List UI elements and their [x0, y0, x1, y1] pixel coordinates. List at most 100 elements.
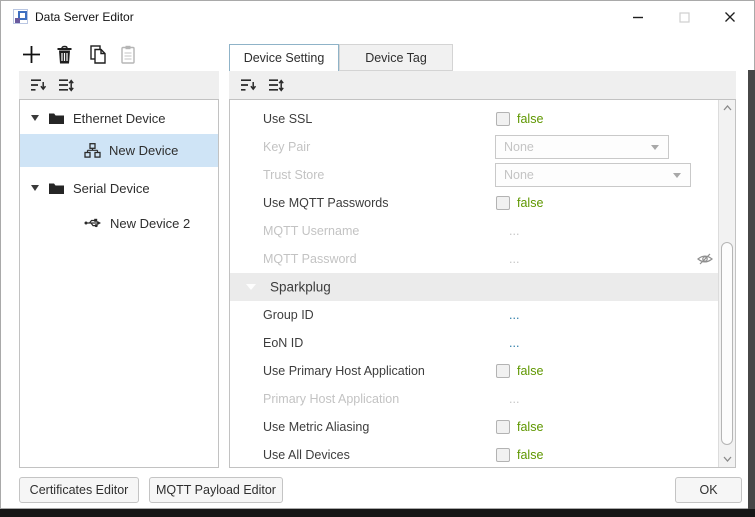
boolean-value: false [517, 196, 543, 210]
setting-row-mqtt-password: MQTT Password ... [230, 245, 719, 273]
setting-label: Key Pair [263, 140, 310, 154]
tree-item-label: Serial Device [73, 181, 150, 196]
setting-row-use-metric-aliasing: Use Metric Aliasing false [230, 413, 719, 441]
device-settings-panel: Keep Alive 60 Use SSL false Key Pair Non… [229, 99, 736, 468]
chevron-down-icon [651, 145, 659, 150]
boolean-value: false [517, 420, 543, 434]
add-device-button[interactable] [18, 41, 44, 67]
close-button[interactable] [707, 1, 753, 33]
vertical-scrollbar[interactable] [718, 100, 735, 467]
setting-row-use-mqtt-passwords: Use MQTT Passwords false [230, 189, 719, 217]
plus-icon [21, 44, 42, 65]
settings-scroll-area: Keep Alive 60 Use SSL false Key Pair Non… [230, 100, 719, 467]
mqtt-username-value: ... [509, 224, 519, 238]
title-bar: Data Server Editor [1, 1, 754, 33]
ok-button[interactable]: OK [675, 477, 742, 503]
group-id-value[interactable]: ... [509, 308, 519, 322]
certificates-editor-button[interactable]: Certificates Editor [19, 477, 139, 503]
settings-toolbar [229, 71, 736, 99]
expand-all-button[interactable] [57, 77, 75, 93]
boolean-value: false [517, 364, 543, 378]
copy-device-button[interactable] [85, 41, 111, 67]
folder-icon [48, 111, 65, 125]
setting-row-primary-host-application: Primary Host Application ... [230, 385, 719, 413]
window-body: Data Server Editor [0, 0, 755, 509]
setting-row-use-all-devices: Use All Devices false [230, 441, 719, 467]
bottom-edge [0, 509, 755, 517]
chevron-down-icon [673, 173, 681, 178]
setting-label: MQTT Password [263, 252, 357, 266]
section-header-sparkplug[interactable]: Sparkplug [230, 273, 719, 301]
dropdown-value: None [504, 140, 651, 154]
boolean-value: false [517, 448, 543, 462]
collapse-all-icon [30, 78, 47, 93]
use-all-devices-checkbox[interactable] [496, 448, 510, 462]
setting-label: Use Metric Aliasing [263, 420, 369, 434]
setting-row-eon-id: EoN ID ... [230, 329, 719, 357]
scroll-up-button[interactable] [719, 100, 735, 116]
dropdown-value: None [504, 168, 673, 182]
setting-row-use-ssl: Use SSL false [230, 105, 719, 133]
delete-device-button[interactable] [51, 41, 77, 67]
collapse-all-icon [240, 78, 257, 93]
tab-label: Device Setting [244, 51, 325, 65]
tree-item-new-device[interactable]: New Device [20, 134, 218, 167]
chevron-down-icon [246, 284, 256, 290]
mqtt-password-value: ... [509, 252, 519, 266]
tab-device-tag[interactable]: Device Tag [339, 44, 453, 71]
expand-all-icon [268, 78, 285, 93]
button-label: OK [699, 483, 717, 497]
chevron-up-icon [723, 105, 732, 111]
expand-all-icon [58, 78, 75, 93]
trash-icon [56, 45, 73, 64]
usb-device-icon [84, 217, 102, 229]
device-tree: Ethernet Device New Device [19, 99, 219, 468]
ethernet-device-icon [84, 143, 101, 158]
setting-row-trust-store: Trust Store None [230, 161, 719, 189]
setting-row-key-pair: Key Pair None [230, 133, 719, 161]
expand-all-button[interactable] [267, 77, 285, 93]
setting-label: Use All Devices [263, 448, 350, 462]
use-mqtt-passwords-checkbox[interactable] [496, 196, 510, 210]
app-logo-icon [13, 9, 29, 25]
use-metric-aliasing-checkbox[interactable] [496, 420, 510, 434]
button-label: Certificates Editor [30, 483, 129, 497]
setting-row-group-id: Group ID ... [230, 301, 719, 329]
copy-icon [90, 45, 107, 64]
window-title: Data Server Editor [35, 1, 134, 33]
boolean-value: false [517, 112, 543, 126]
setting-label: Use SSL [263, 112, 312, 126]
minimize-button[interactable] [615, 1, 661, 33]
scrollbar-thumb[interactable] [721, 242, 733, 445]
paste-device-button[interactable] [115, 41, 141, 67]
chevron-down-icon [723, 456, 732, 462]
trust-store-dropdown[interactable]: None [495, 163, 691, 187]
tree-toolbar [19, 71, 219, 99]
tab-label: Device Tag [365, 51, 427, 65]
setting-label: Primary Host Application [263, 392, 399, 406]
tree-item-ethernet-device[interactable]: Ethernet Device [20, 102, 218, 134]
tab-device-setting[interactable]: Device Setting [229, 44, 339, 71]
setting-label: EoN ID [263, 336, 303, 350]
setting-label: MQTT Username [263, 224, 359, 238]
eye-slash-icon[interactable] [697, 253, 713, 266]
eon-id-value[interactable]: ... [509, 336, 519, 350]
folder-icon [48, 181, 65, 195]
tree-item-new-device-2[interactable]: New Device 2 [20, 207, 218, 239]
chevron-down-icon[interactable] [31, 115, 39, 121]
use-ssl-checkbox[interactable] [496, 112, 510, 126]
setting-label: Group ID [263, 308, 314, 322]
use-primary-host-application-checkbox[interactable] [496, 364, 510, 378]
key-pair-dropdown[interactable]: None [495, 135, 669, 159]
mqtt-payload-editor-button[interactable]: MQTT Payload Editor [149, 477, 283, 503]
setting-label: Trust Store [263, 168, 324, 182]
chevron-down-icon[interactable] [31, 185, 39, 191]
maximize-button[interactable] [661, 1, 707, 33]
scroll-down-button[interactable] [719, 451, 735, 467]
clipboard-paste-icon [121, 45, 135, 64]
collapse-all-button[interactable] [29, 77, 47, 93]
collapse-all-button[interactable] [239, 77, 257, 93]
setting-row-use-primary-host-application: Use Primary Host Application false [230, 357, 719, 385]
section-label: Sparkplug [270, 280, 331, 295]
tree-item-serial-device[interactable]: Serial Device [20, 172, 218, 204]
